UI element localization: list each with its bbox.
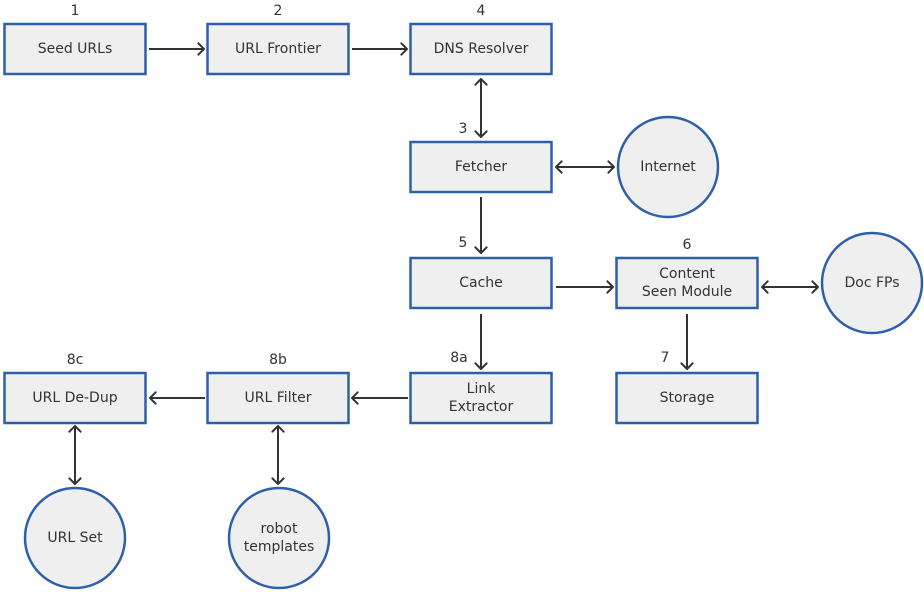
node-label: DNS Resolver (434, 41, 529, 57)
web-crawler-diagram: Seed URLs 1 URL Frontier 2 DNS Resolver 4 Fetc… (3, 3, 924, 590)
edge-url-de-dup-to-url-set (68, 425, 82, 485)
edge-fetcher-to-internet (555, 160, 615, 174)
step-number: 3 (459, 121, 468, 137)
edge-seed-urls-to-url-frontier (149, 42, 205, 56)
node-label: Cache (459, 275, 503, 291)
node-label: templates (244, 539, 315, 555)
edge-url-filter-to-robot-templates (271, 425, 285, 485)
node-label: robot (261, 521, 298, 537)
node-url-filter: URL Filter 8b (206, 352, 350, 425)
node-url-set: URL Set (23, 486, 127, 590)
node-label: URL Frontier (235, 41, 321, 57)
node-internet: Internet (616, 115, 720, 219)
node-url-de-dup: URL De-Dup 8c (3, 352, 147, 425)
node-label: URL Filter (245, 390, 312, 406)
edge-dns-resolver-to-fetcher (474, 78, 488, 138)
node-label: Link (467, 381, 497, 397)
node-label: Internet (640, 159, 696, 175)
step-number: 5 (459, 235, 468, 251)
step-number: 8a (450, 350, 468, 366)
step-number: 8b (269, 352, 287, 368)
step-number: 7 (661, 350, 670, 366)
node-label: Extractor (449, 399, 514, 415)
step-number: 6 (683, 237, 692, 253)
node-label: Fetcher (455, 159, 508, 175)
edge-content-seen-module-to-storage (680, 314, 694, 370)
node-robot-templates: robot templates (227, 486, 331, 590)
step-number: 8c (67, 352, 84, 368)
edge-fetcher-to-cache (474, 197, 488, 254)
node-circle (227, 486, 331, 590)
node-label: Seen Module (642, 284, 732, 300)
edge-cache-to-content-seen-module (556, 280, 614, 294)
edge-url-filter-to-url-de-dup (149, 391, 205, 405)
edge-link-extractor-to-url-filter (351, 391, 408, 405)
node-content-seen-module: Content Seen Module 6 (615, 237, 759, 310)
node-label: Doc FPs (844, 275, 899, 291)
node-label: Storage (660, 390, 715, 406)
edge-cache-to-link-extractor (474, 314, 488, 370)
node-doc-fps: Doc FPs (820, 231, 924, 335)
step-number: 1 (71, 3, 80, 19)
edge-url-frontier-to-dns-resolver (352, 42, 408, 56)
node-dns-resolver: DNS Resolver 4 (409, 3, 553, 76)
step-number: 2 (274, 3, 283, 19)
node-seed-urls: Seed URLs 1 (3, 3, 147, 76)
node-label: Seed URLs (38, 41, 113, 57)
node-url-frontier: URL Frontier 2 (206, 3, 350, 76)
edge-content-seen-module-to-doc-fps (761, 280, 819, 294)
step-number: 4 (477, 3, 486, 19)
node-label: URL De-Dup (32, 390, 117, 406)
node-label: URL Set (47, 530, 103, 546)
node-label: Content (659, 266, 715, 282)
